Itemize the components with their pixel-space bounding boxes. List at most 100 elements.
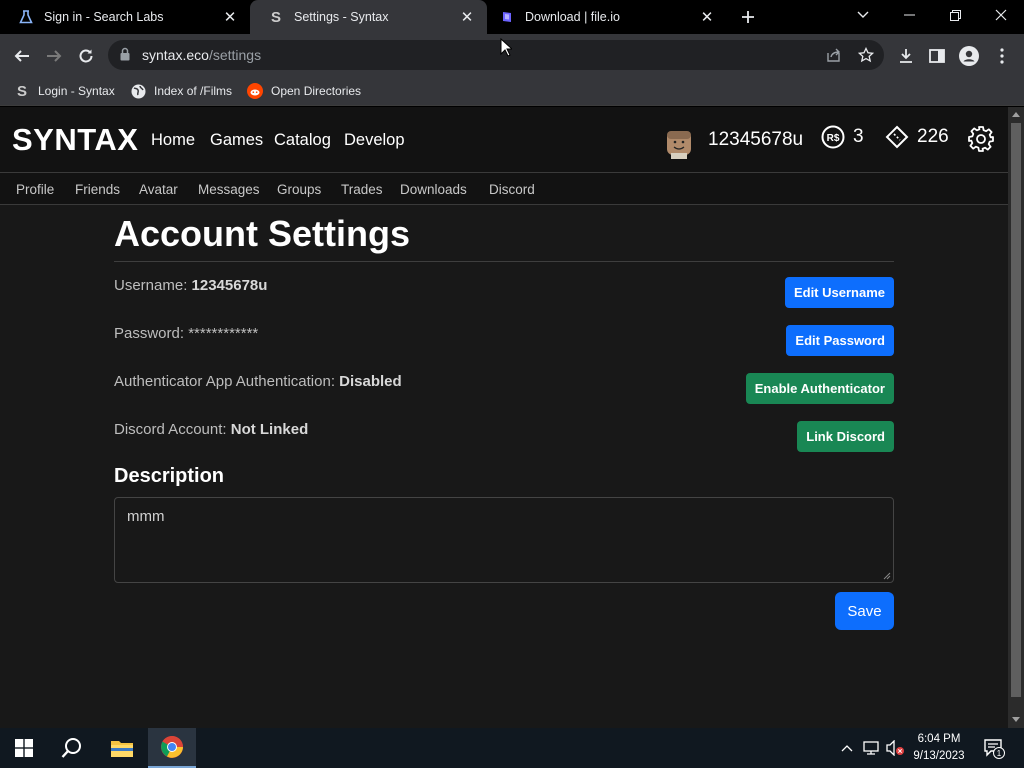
back-button[interactable]: [8, 42, 36, 70]
subnav-friends[interactable]: Friends: [75, 182, 120, 197]
robux-icon: R$: [821, 125, 845, 149]
ticket-icon: [885, 125, 909, 149]
windows-start-icon[interactable]: [0, 728, 48, 768]
fileio-icon: [499, 9, 515, 25]
bookmark-label: Login - Syntax: [38, 84, 115, 98]
reload-button[interactable]: [72, 42, 100, 70]
windows-taskbar: 6:04 PM 9/13/2023 1: [0, 728, 1024, 768]
nav-home[interactable]: Home: [151, 131, 195, 150]
chrome-taskbar-icon[interactable]: [148, 728, 196, 768]
volume-muted-icon[interactable]: [884, 728, 906, 768]
description-textarea[interactable]: mmm: [114, 497, 894, 583]
share-icon[interactable]: [824, 45, 844, 65]
tab-file-io[interactable]: Download | file.io ✕: [487, 0, 727, 34]
search-labs-icon: [18, 9, 34, 25]
clock-date: 9/13/2023: [913, 750, 965, 762]
resize-grip-icon[interactable]: [883, 572, 891, 580]
tab-search-labs[interactable]: Sign in - Search Labs ✕: [0, 0, 250, 34]
discord-text: Discord Account: Not Linked: [114, 421, 309, 438]
mouse-cursor-icon: [500, 38, 512, 57]
address-bar[interactable]: syntax.eco/settings: [108, 40, 884, 70]
robux-balance[interactable]: R$ 3: [821, 125, 864, 149]
bookmark-label: Index of /Films: [154, 84, 233, 98]
page-title: Account Settings: [114, 213, 411, 254]
profile-icon[interactable]: [955, 42, 983, 70]
minimize-button[interactable]: [886, 0, 932, 30]
download-icon[interactable]: [892, 42, 920, 70]
url-text[interactable]: syntax.eco/settings: [142, 47, 261, 63]
search-icon[interactable]: [48, 728, 96, 768]
bookmark-login-syntax[interactable]: S Login - Syntax: [14, 82, 115, 100]
tab-strip: Sign in - Search Labs ✕ S Settings - Syn…: [0, 0, 1024, 34]
nav-games[interactable]: Games: [210, 131, 263, 150]
show-hidden-icons-chevron-icon[interactable]: [838, 728, 856, 768]
settings-gear-icon[interactable]: [968, 126, 994, 152]
tab-settings-syntax[interactable]: S Settings - Syntax ✕: [250, 0, 487, 34]
subnav-avatar[interactable]: Avatar: [139, 182, 178, 197]
tab-title: Sign in - Search Labs: [44, 10, 164, 24]
scrollbar-thumb[interactable]: [1011, 123, 1021, 697]
subnav-groups[interactable]: Groups: [277, 182, 321, 197]
notifications-icon[interactable]: 1: [978, 728, 1010, 768]
forward-button[interactable]: [40, 42, 68, 70]
side-panel-icon[interactable]: [923, 42, 951, 70]
scroll-down-icon[interactable]: [1012, 717, 1020, 722]
lock-icon[interactable]: [120, 47, 130, 66]
bookmark-open-directories[interactable]: Open Directories: [247, 83, 361, 99]
new-tab-button[interactable]: [736, 5, 760, 29]
syntax-s-icon: S: [270, 8, 281, 26]
bookmark-label: Open Directories: [271, 84, 362, 98]
edit-username-button[interactable]: Edit Username: [784, 277, 894, 308]
tickets-balance[interactable]: 226: [885, 125, 949, 149]
header-username[interactable]: 12345678u: [708, 129, 803, 151]
svg-text:R$: R$: [827, 133, 840, 144]
system-clock[interactable]: 6:04 PM 9/13/2023: [908, 731, 970, 765]
link-discord-button[interactable]: Link Discord: [797, 421, 894, 452]
password-text: Password: ************: [114, 325, 259, 342]
close-window-button[interactable]: [978, 0, 1024, 30]
avatar[interactable]: [665, 127, 693, 159]
username-row: Username: 12345678u Edit Username: [114, 277, 894, 317]
sub-navigation: Profile Friends Avatar Messages Groups T…: [0, 173, 1008, 205]
file-explorer-icon[interactable]: [98, 728, 146, 768]
edit-password-button[interactable]: Edit Password: [786, 325, 894, 356]
page-scrollbar[interactable]: [1008, 107, 1024, 728]
notification-count: 1: [997, 749, 1002, 758]
nav-catalog[interactable]: Catalog: [274, 131, 331, 150]
subnav-discord[interactable]: Discord: [489, 182, 535, 197]
bookmark-star-icon[interactable]: [856, 45, 876, 65]
password-row: Password: ************ Edit Password: [114, 325, 894, 365]
authenticator-row: Authenticator App Authentication: Disabl…: [114, 373, 894, 413]
site-logo[interactable]: SYNTAX: [12, 122, 138, 158]
page-viewport: SYNTAX Home Games Catalog Develop 123456…: [0, 107, 1008, 728]
nav-develop[interactable]: Develop: [344, 131, 405, 150]
globe-icon: [130, 83, 146, 99]
description-heading: Description: [114, 465, 225, 487]
subnav-downloads[interactable]: Downloads: [400, 182, 467, 197]
description-value: mmm: [127, 508, 165, 525]
enable-authenticator-button[interactable]: Enable Authenticator: [745, 373, 894, 404]
tab-search-chevron-icon[interactable]: [840, 0, 886, 30]
divider: [114, 261, 894, 262]
close-tab-icon[interactable]: ✕: [220, 7, 240, 27]
tab-title: Settings - Syntax: [294, 10, 389, 24]
menu-kebab-icon[interactable]: [988, 42, 1016, 70]
site-header: SYNTAX Home Games Catalog Develop 123456…: [0, 107, 1008, 173]
username-text: Username: 12345678u: [114, 277, 268, 294]
robux-count: 3: [853, 126, 864, 147]
save-button[interactable]: Save: [835, 592, 894, 630]
tab-title: Download | file.io: [525, 10, 620, 24]
reddit-icon: [247, 83, 263, 99]
restore-button[interactable]: [932, 0, 978, 30]
bookmark-index-of-films[interactable]: Index of /Films: [130, 83, 232, 99]
close-tab-icon[interactable]: ✕: [697, 7, 717, 27]
subnav-profile[interactable]: Profile: [16, 182, 54, 197]
subnav-trades[interactable]: Trades: [341, 182, 383, 197]
authenticator-text: Authenticator App Authentication: Disabl…: [114, 373, 402, 390]
bookmarks-bar: S Login - Syntax Index of /Films Open Di…: [0, 78, 1024, 106]
syntax-s-icon: S: [16, 82, 27, 100]
network-icon[interactable]: [860, 728, 882, 768]
subnav-messages[interactable]: Messages: [198, 182, 260, 197]
close-tab-icon[interactable]: ✕: [457, 7, 477, 27]
scroll-up-icon[interactable]: [1012, 112, 1020, 117]
